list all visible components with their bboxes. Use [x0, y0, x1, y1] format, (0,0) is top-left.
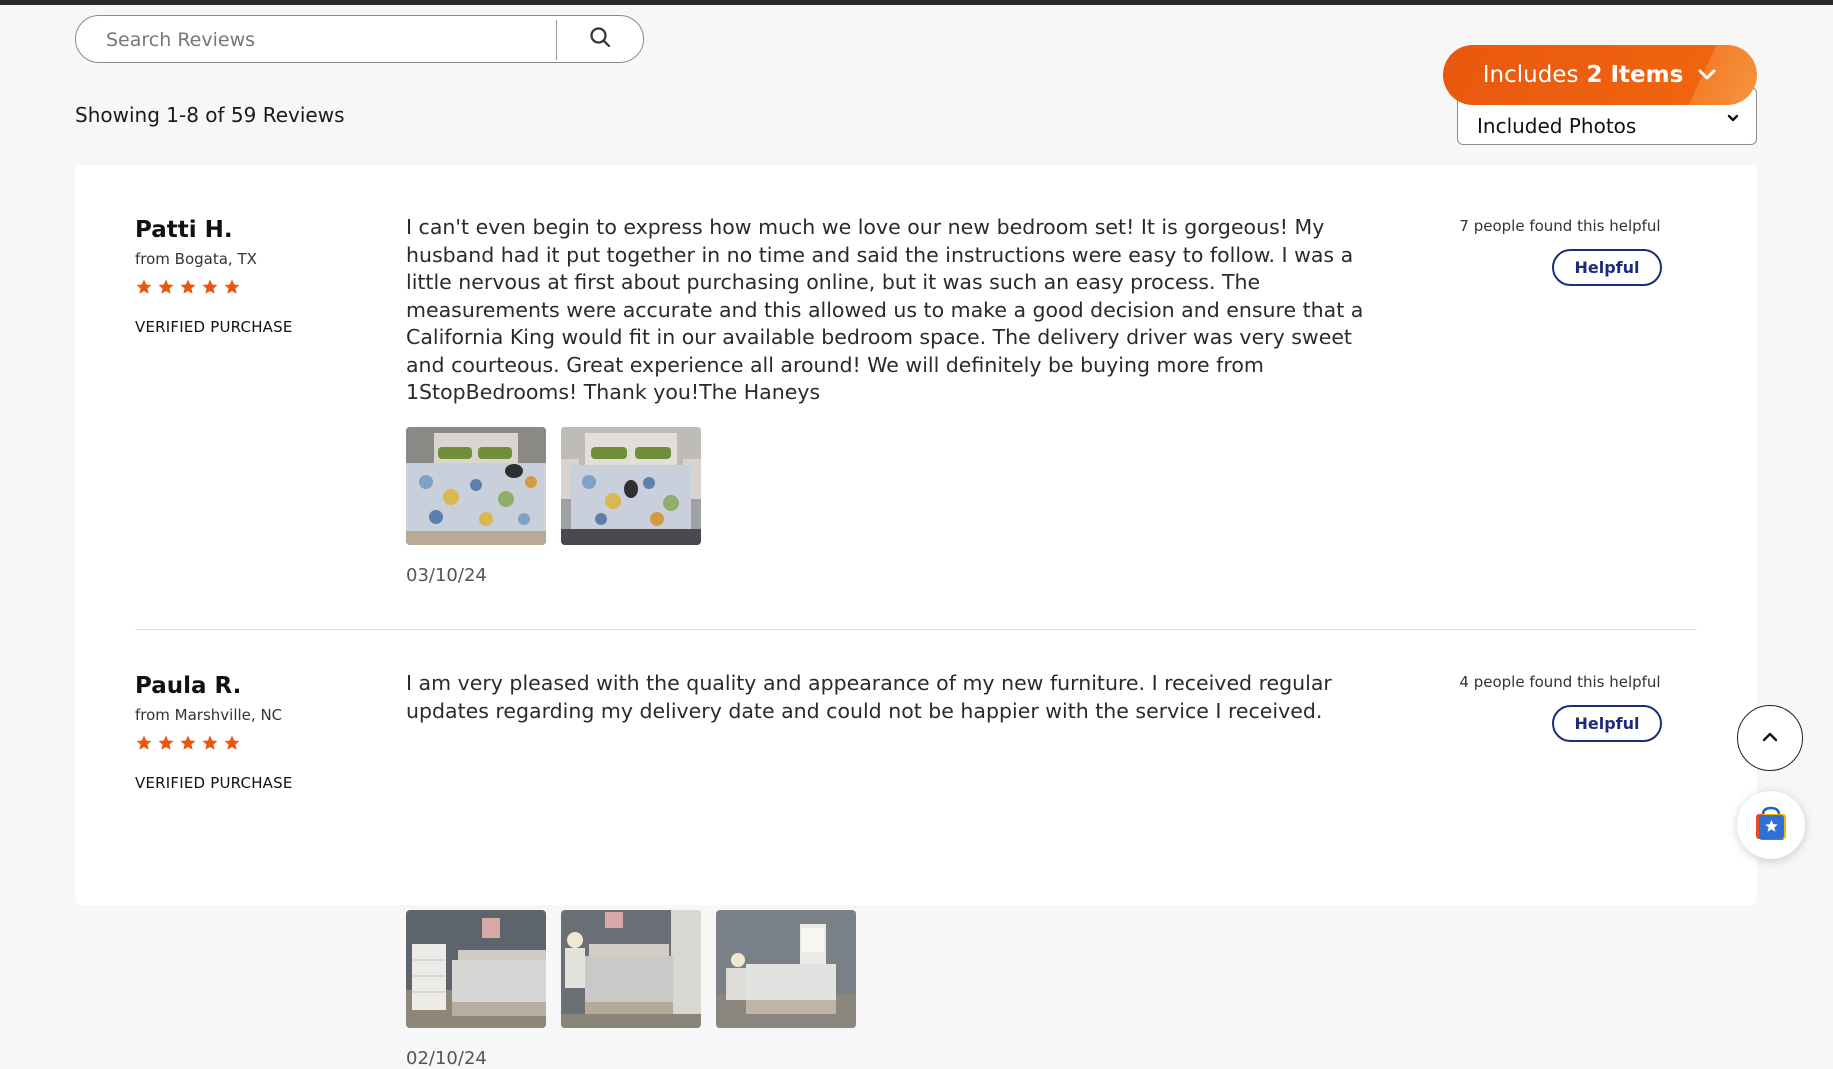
review-photo[interactable] [561, 910, 701, 1028]
search-input[interactable] [104, 16, 608, 64]
review-date: 03/10/24 [406, 565, 487, 586]
reviews-list: Patti H. from Bogata, TX VERIFIED PURCHA… [75, 165, 1757, 1069]
star-rating [135, 734, 241, 756]
review-count-summary: Showing 1-8 of 59 Reviews [75, 103, 345, 127]
includes-prefix: Includes [1482, 62, 1579, 88]
review-photo[interactable] [716, 910, 856, 1028]
top-bar [0, 0, 1833, 5]
reviewer-name: Paula R. [135, 673, 242, 699]
includes-count: 2 Items [1586, 62, 1684, 88]
star-icon [135, 278, 153, 300]
helpful-count: 7 people found this helpful [1459, 217, 1661, 235]
star-icon [135, 734, 153, 756]
star-icon [179, 278, 197, 300]
reviewer-name: Patti H. [135, 217, 233, 243]
includes-items-button[interactable]: Includes 2 Items [1443, 45, 1757, 105]
reviewer-location: from Marshville, NC [135, 706, 283, 724]
star-icon [179, 734, 197, 756]
search-box [75, 15, 644, 64]
sort-selected-value: Included Photos [1477, 114, 1637, 138]
review-photos [406, 427, 701, 545]
star-rating [135, 278, 241, 300]
helpful-count: 4 people found this helpful [1459, 673, 1661, 691]
search-icon [588, 25, 612, 53]
review-date: 02/10/24 [406, 1048, 487, 1069]
review-text: I can't even begin to express how much w… [406, 215, 1364, 404]
shopping-assistant-button[interactable] [1737, 791, 1805, 859]
star-icon [157, 278, 175, 300]
star-icon [157, 734, 175, 756]
scroll-to-top-button[interactable] [1737, 705, 1803, 771]
chevron-down-icon [1726, 110, 1740, 129]
star-icon [201, 734, 219, 756]
review-photos [406, 910, 856, 1028]
helpful-button[interactable]: Helpful [1552, 705, 1662, 742]
verified-purchase-label: VERIFIED PURCHASE [135, 774, 293, 792]
star-icon [201, 278, 219, 300]
verified-purchase-label: VERIFIED PURCHASE [135, 318, 293, 336]
shopping-bag-star-icon [1751, 803, 1791, 847]
chevron-down-icon [1697, 62, 1717, 88]
chevron-up-icon [1760, 729, 1780, 748]
review-text: I am very pleased with the quality and a… [406, 671, 1332, 723]
review-photo[interactable] [406, 910, 546, 1028]
review-photo[interactable] [561, 427, 701, 545]
star-icon [223, 278, 241, 300]
search-button[interactable] [557, 16, 643, 62]
star-icon [223, 734, 241, 756]
review-photo[interactable] [406, 427, 546, 545]
reviewer-location: from Bogata, TX [135, 250, 257, 268]
review-divider [135, 629, 1697, 630]
helpful-button[interactable]: Helpful [1552, 249, 1662, 286]
